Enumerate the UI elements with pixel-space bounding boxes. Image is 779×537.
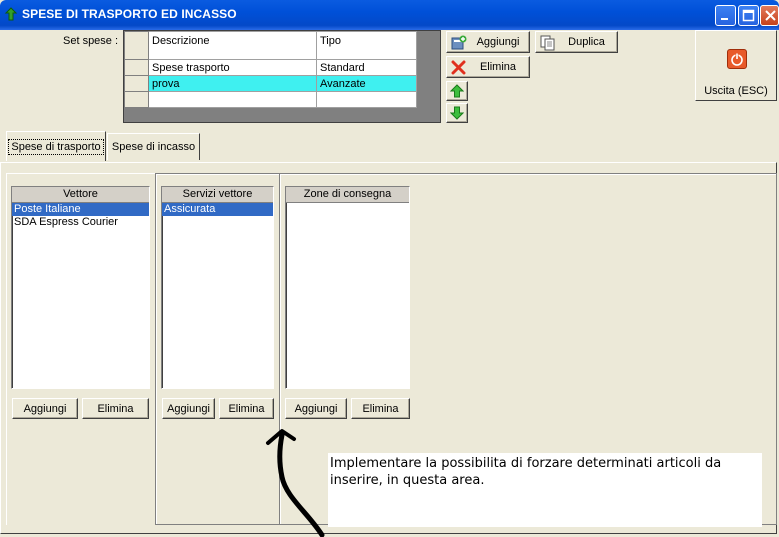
- column-header-tipo[interactable]: Tipo: [316, 31, 417, 60]
- exit-label: Uscita (ESC): [704, 85, 768, 97]
- servizi-list[interactable]: Servizi vettore Assicurata: [161, 186, 274, 389]
- cell-descrizione[interactable]: Spese trasporto: [148, 59, 317, 76]
- copy-icon: [540, 35, 555, 51]
- list-item[interactable]: SDA Espress Courier: [12, 216, 149, 229]
- list-item[interactable]: Poste Italiane: [12, 203, 149, 216]
- delete-set-label: Elimina: [479, 61, 517, 73]
- servizi-delete-button[interactable]: Elimina: [219, 398, 274, 419]
- servizi-add-button[interactable]: Aggiungi: [162, 398, 215, 419]
- close-icon: [765, 10, 776, 21]
- tab-spese-trasporto[interactable]: Spese di trasporto: [6, 131, 106, 161]
- duplicate-button[interactable]: Duplica: [535, 31, 618, 53]
- arrow-down-icon: [450, 106, 464, 120]
- list-item[interactable]: Assicurata: [162, 203, 273, 216]
- arrow-up-icon: [450, 84, 464, 98]
- close-button[interactable]: [760, 5, 779, 26]
- exit-button[interactable]: Uscita (ESC): [695, 30, 777, 101]
- vettore-delete-button[interactable]: Elimina: [82, 398, 149, 419]
- maximize-button[interactable]: [738, 5, 759, 26]
- vettore-header: Vettore: [12, 187, 149, 203]
- window-title: SPESE DI TRASPORTO ED INCASSO: [22, 7, 237, 21]
- move-down-button[interactable]: [446, 103, 468, 123]
- table-row[interactable]: Spese trasporto Standard: [124, 59, 417, 76]
- tab-spese-incasso[interactable]: Spese di incasso: [107, 133, 200, 160]
- vettore-list[interactable]: Vettore Poste Italiane SDA Espress Couri…: [11, 186, 150, 389]
- vettore-add-button[interactable]: Aggiungi: [12, 398, 78, 419]
- add-set-label: Aggiungi: [476, 36, 520, 48]
- power-icon: [727, 49, 747, 69]
- app-icon: [4, 7, 18, 21]
- zone-header: Zone di consegna: [286, 187, 409, 203]
- column-header-descrizione[interactable]: Descrizione: [148, 31, 317, 60]
- add-set-button[interactable]: Aggiungi: [446, 31, 530, 53]
- zone-add-button[interactable]: Aggiungi: [285, 398, 347, 419]
- maximize-icon: [742, 9, 755, 22]
- duplicate-label: Duplica: [568, 36, 605, 48]
- annotation-note: Implementare la possibilita di forzare d…: [328, 453, 762, 527]
- zone-list[interactable]: Zone di consegna: [285, 186, 410, 389]
- delete-x-icon: [451, 60, 466, 75]
- table-row-empty[interactable]: [124, 91, 417, 108]
- move-up-button[interactable]: [446, 81, 468, 101]
- cell-tipo[interactable]: Avanzate: [316, 75, 417, 92]
- servizi-header: Servizi vettore: [162, 187, 273, 203]
- add-icon: [451, 35, 467, 50]
- delete-set-button[interactable]: Elimina: [446, 56, 530, 78]
- title-bar: SPESE DI TRASPORTO ED INCASSO: [0, 0, 779, 30]
- set-spese-grid[interactable]: Descrizione Tipo Spese trasporto Standar…: [123, 30, 441, 123]
- minimize-icon: [721, 18, 728, 20]
- table-row[interactable]: prova Avanzate: [124, 75, 417, 92]
- set-spese-label: Set spese :: [63, 35, 119, 47]
- minimize-button[interactable]: [715, 5, 736, 26]
- zone-delete-button[interactable]: Elimina: [351, 398, 410, 419]
- cell-tipo[interactable]: Standard: [316, 59, 417, 76]
- cell-descrizione[interactable]: prova: [148, 75, 317, 92]
